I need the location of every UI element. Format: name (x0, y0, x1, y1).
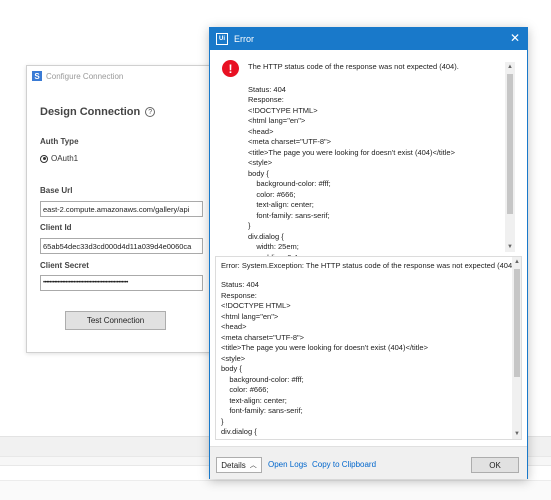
scroll-down-icon[interactable]: ▼ (505, 242, 515, 252)
design-connection-heading: Design Connection ? (40, 106, 156, 118)
error-summary-body: Status: 404 Response: <!DOCTYPE HTML> <h… (248, 84, 455, 262)
error-details-body: Status: 404 Response: <!DOCTYPE HTML> <h… (221, 280, 428, 439)
auth-type-label: Auth Type (40, 137, 79, 146)
app-logo-icon: S (32, 71, 42, 81)
error-icon: ! (222, 60, 239, 77)
background-statusbar (0, 480, 551, 500)
chevron-up-icon: ︿ (249, 462, 257, 469)
details-scroll-thumb[interactable] (514, 269, 520, 377)
error-title-bar[interactable]: Ui Error ✕ (210, 28, 527, 50)
details-label: Details (221, 460, 246, 470)
summary-scrollbar[interactable]: ▲ ▼ (505, 62, 515, 252)
configure-title-bar[interactable]: S Configure Connection (27, 66, 213, 86)
scroll-up-icon[interactable]: ▲ (512, 257, 521, 267)
error-summary-message: The HTTP status code of the response was… (248, 62, 459, 71)
open-logs-link[interactable]: Open Logs (268, 460, 307, 469)
close-icon[interactable]: ✕ (510, 31, 520, 45)
summary-scroll-thumb[interactable] (507, 74, 513, 214)
base-url-input[interactable]: east-2.compute.amazonaws.com/gallery/api (40, 201, 203, 217)
ok-button[interactable]: OK (471, 457, 519, 473)
client-id-input[interactable]: 65ab54dec33d3cd000d4d11a039d4e0060ca (40, 238, 203, 254)
details-button[interactable]: Details ︿ (216, 457, 262, 473)
help-icon[interactable]: ? (145, 107, 156, 117)
error-details-pane: Error: System.Exception: The HTTP status… (215, 256, 522, 440)
scroll-down-icon[interactable]: ▼ (512, 429, 521, 439)
scroll-up-icon[interactable]: ▲ (505, 62, 515, 72)
client-secret-input[interactable]: ••••••••••••••••••••••••••••••••••••••••… (40, 275, 203, 291)
oauth1-radio-option[interactable]: OAuth1 (40, 154, 78, 163)
radio-selected-icon[interactable] (40, 154, 48, 163)
configure-connection-window: S Configure Connection Design Connection… (26, 65, 214, 353)
heading-text: Design Connection (40, 106, 141, 118)
dialog-footer: Details ︿ Open Logs Copy to Clipboard OK (210, 446, 527, 479)
error-summary-pane: The HTTP status code of the response was… (248, 62, 503, 278)
oauth1-label: OAuth1 (51, 154, 79, 163)
details-scrollbar[interactable]: ▲ ▼ (512, 257, 521, 439)
base-url-label: Base Url (40, 186, 73, 195)
client-id-label: Client Id (40, 223, 72, 232)
client-secret-label: Client Secret (40, 261, 89, 270)
uipath-logo-icon: Ui (216, 33, 228, 45)
error-details-message: Error: System.Exception: The HTTP status… (221, 261, 517, 270)
test-connection-button[interactable]: Test Connection (65, 311, 166, 330)
copy-to-clipboard-link[interactable]: Copy to Clipboard (312, 460, 376, 469)
configure-window-title: Configure Connection (46, 71, 124, 81)
error-dialog-title: Error (234, 34, 254, 44)
error-dialog: Ui Error ✕ ! The HTTP status code of the… (209, 27, 528, 479)
